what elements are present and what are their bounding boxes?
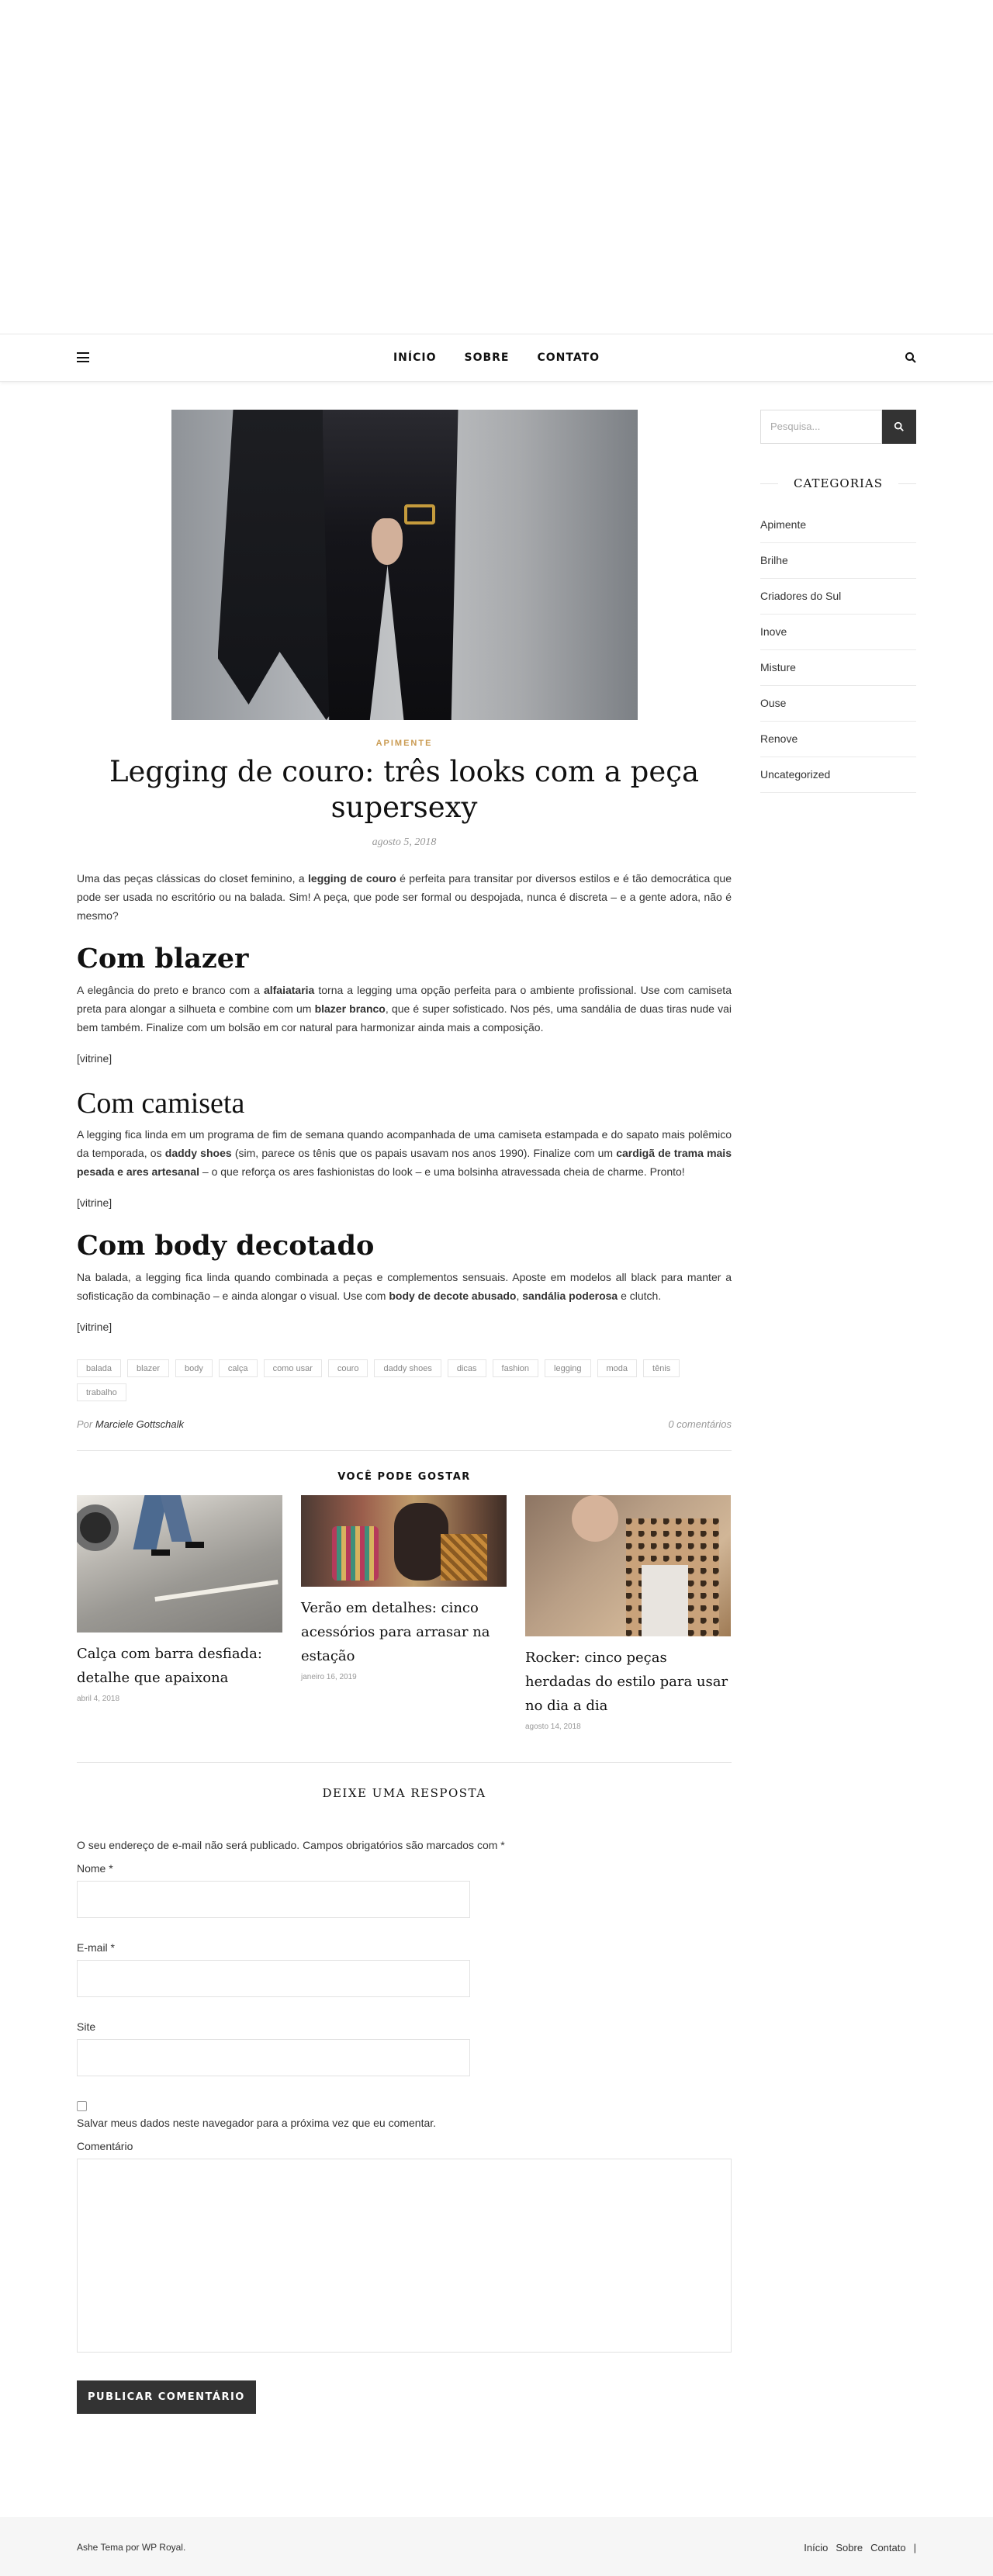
category-link[interactable]: Criadores do Sul [760,579,916,615]
submit-comment-button[interactable]: PUBLICAR COMENTÁRIO [77,2380,256,2414]
footer-credit[interactable]: Ashe Tema por WP Royal. [77,2542,185,2553]
footer-link-contato[interactable]: Contato [870,2542,906,2553]
post-main: APIMENTE Legging de couro: três looks co… [77,410,732,2414]
search-icon[interactable] [905,351,917,364]
comment-textarea[interactable] [77,2159,732,2353]
emphasized-text: blazer branco [314,1002,386,1015]
categories-title: CATEGORIAS [793,476,884,490]
post-tags: balada blazer body calça como usar couro… [77,1359,732,1401]
tag-link[interactable]: body [175,1359,213,1377]
emphasized-text: sandália poderosa [522,1290,618,1302]
reply-title: DEIXE UMA RESPOSTA [322,1786,486,1800]
emphasized-text: legging de couro [308,872,396,885]
save-data-checkbox[interactable] [77,2101,87,2111]
sidebar: Pesquisa... CATEGORIAS Apimente Brilhe C… [760,410,916,793]
related-posts: Calça com barra desfiada: detalhe que ap… [77,1495,732,1731]
post-author-line: Por Marciele Gottschalk [77,1418,184,1430]
related-post-card: Calça com barra desfiada: detalhe que ap… [77,1495,282,1731]
related-post-title[interactable]: Calça com barra desfiada: detalhe que ap… [77,1642,282,1690]
tag-link[interactable]: balada [77,1359,122,1377]
related-post-image[interactable] [525,1495,731,1636]
section-divider [77,1762,732,1763]
emphasized-text: alfaiataria [263,984,315,996]
author-prefix: Por [77,1418,93,1430]
section-heading-blazer: Com blazer [77,943,249,975]
tag-link[interactable]: blazer [127,1359,170,1377]
emphasized-text: daddy shoes [164,1147,232,1159]
email-field[interactable] [77,1960,470,1997]
nav-link-contato[interactable]: CONTATO [537,351,600,364]
category-link[interactable]: Misture [760,650,916,686]
post-comments-link[interactable]: 0 comentários [668,1418,732,1430]
category-link[interactable]: Inove [760,615,916,650]
nav-link-sobre[interactable]: SOBRE [464,351,509,364]
post-author-link[interactable]: Marciele Gottschalk [95,1418,184,1430]
sidebar-search-button[interactable] [882,410,916,444]
category-link[interactable]: Ouse [760,686,916,722]
related-post-image[interactable] [77,1495,282,1633]
sidebar-search: Pesquisa... [760,410,916,444]
menu-hamburger-icon[interactable] [77,352,89,362]
nav-menu: INÍCIO SOBRE CONTATO [393,351,600,364]
tag-link[interactable]: calça [218,1359,258,1377]
related-post-date: agosto 14, 2018 [525,1723,581,1731]
related-post-date: janeiro 16, 2019 [301,1673,357,1681]
email-label: E-mail * [77,1941,116,1954]
post-date: agosto 5, 2018 [372,836,437,848]
tag-link[interactable]: dicas [447,1359,486,1377]
site-label: Site [77,2020,96,2033]
tag-link[interactable]: fashion [492,1359,539,1377]
tag-link[interactable]: tênis [643,1359,680,1377]
post-title: Legging de couro: três looks com a peça … [109,755,700,824]
related-post-card: Verão em detalhes: cinco acessórios para… [301,1495,507,1731]
section-text-blazer: A elegância do preto e branco com a alfa… [77,984,732,1034]
tag-link[interactable]: trabalho [77,1383,126,1401]
footer-separator: | [913,2542,916,2553]
tag-link[interactable]: legging [545,1359,591,1377]
save-data-label: Salvar meus dados neste navegador para a… [77,2117,437,2129]
tag-link[interactable]: como usar [263,1359,322,1377]
related-post-date: abril 4, 2018 [77,1695,120,1703]
comment-label: Comentário [77,2140,133,2152]
category-link[interactable]: Uncategorized [760,757,916,793]
footer-links: Início Sobre Contato | [804,2542,916,2553]
footer-link-inicio[interactable]: Início [804,2542,828,2553]
tag-link[interactable]: moda [597,1359,638,1377]
section-heading-camiseta: Com camiseta [77,1087,245,1120]
reply-note: O seu endereço de e-mail não será public… [77,1839,505,1851]
post-intro: Uma das peças clássicas do closet femini… [77,872,732,922]
tag-link[interactable]: couro [327,1359,368,1377]
related-post-title[interactable]: Verão em detalhes: cinco acessórios para… [301,1596,507,1668]
name-label: Nome * [77,1862,113,1875]
categories-widget-title: CATEGORIAS [760,476,916,490]
section-heading-body: Com body decotado [77,1230,375,1262]
category-link[interactable]: Renove [760,722,916,757]
post-meta: Por Marciele Gottschalk 0 comentários [77,1418,732,1451]
tag-link[interactable]: daddy shoes [374,1359,441,1377]
section-text-body: Na balada, a legging fica linda quando c… [77,1271,732,1302]
related-posts-title: VOCÊ PODE GOSTAR [337,1471,471,1483]
header-banner-area [0,0,993,334]
footer-link-sobre[interactable]: Sobre [836,2542,863,2553]
categories-list: Apimente Brilhe Criadores do Sul Inove M… [760,507,916,793]
section-text-camiseta: A legging fica linda em um programa de f… [77,1128,732,1178]
related-post-title[interactable]: Rocker: cinco peças herdadas do estilo p… [525,1646,731,1718]
vitrine-placeholder: [vitrine] [77,1052,112,1065]
search-icon [894,421,904,431]
related-post-image[interactable] [301,1495,507,1587]
emphasized-text: body de decote abusado [389,1290,517,1302]
related-post-card: Rocker: cinco peças herdadas do estilo p… [525,1495,731,1731]
category-link[interactable]: Apimente [760,507,916,543]
post-featured-image [171,410,638,720]
category-link[interactable]: Brilhe [760,543,916,579]
site-field[interactable] [77,2039,470,2076]
nav-link-inicio[interactable]: INÍCIO [393,351,437,364]
vitrine-placeholder: [vitrine] [77,1321,112,1333]
vitrine-placeholder: [vitrine] [77,1196,112,1209]
main-navbar: INÍCIO SOBRE CONTATO [0,334,993,382]
sidebar-search-input[interactable]: Pesquisa... [760,410,882,444]
post-category-link[interactable]: APIMENTE [77,739,732,748]
site-footer: Ashe Tema por WP Royal. Início Sobre Con… [0,2517,993,2576]
name-field[interactable] [77,1881,470,1918]
